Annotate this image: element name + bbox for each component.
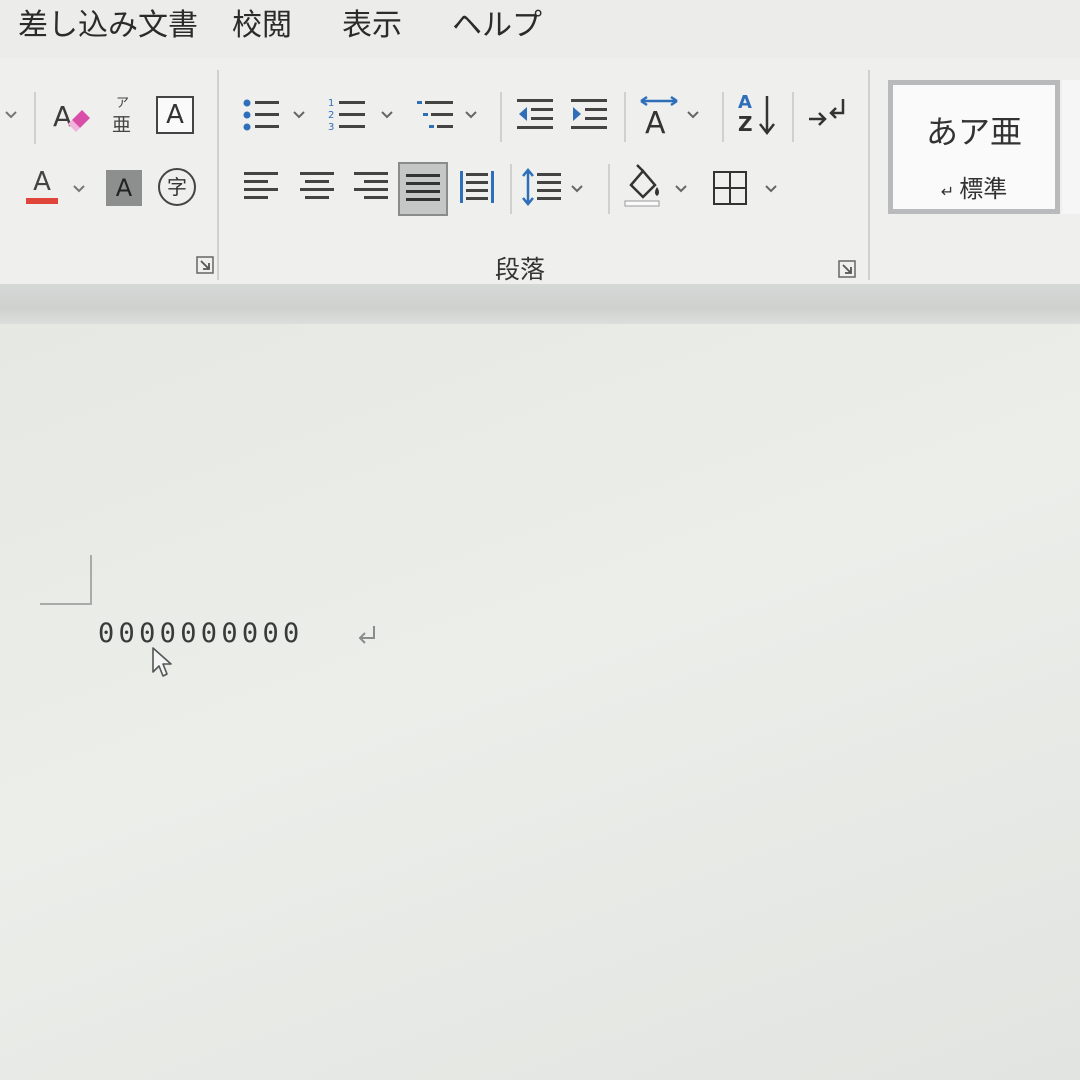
font-dialog-launcher-icon[interactable]: [196, 256, 214, 274]
phonetic-top-char: ア: [116, 96, 130, 111]
multilevel-list-icon: [417, 101, 453, 128]
sort-icon: A Z: [734, 92, 780, 138]
paragraph-dialog-launcher-icon[interactable]: [838, 260, 856, 278]
sort-top-letter: A: [738, 92, 752, 113]
decrease-indent-button[interactable]: [514, 94, 556, 136]
character-spacing-button[interactable]: A: [636, 92, 682, 138]
tab-review[interactable]: 校閲: [232, 4, 292, 48]
font-color-caret-icon[interactable]: [72, 184, 86, 194]
bullets-caret-icon[interactable]: [292, 110, 306, 120]
separator: [510, 164, 512, 214]
character-shading-letter: A: [115, 174, 133, 202]
svg-text:3: 3: [328, 122, 334, 133]
document-text-line[interactable]: 0000000000: [98, 612, 304, 656]
align-left-icon: [244, 172, 278, 199]
clear-formatting-button[interactable]: A: [48, 92, 94, 138]
shading-caret-icon[interactable]: [674, 184, 688, 194]
borders-icon: [713, 171, 747, 205]
show-hide-marks-icon: [809, 99, 845, 126]
line-spacing-icon: [522, 168, 561, 206]
tab-view[interactable]: 表示: [342, 4, 402, 48]
phonetic-guide-icon: ア 亜: [104, 90, 144, 140]
tab-mailings[interactable]: 差し込み文書: [18, 4, 198, 48]
svg-text:2: 2: [328, 110, 334, 121]
character-border-letter: A: [166, 100, 184, 130]
shading-button[interactable]: [620, 162, 666, 210]
font-color-button[interactable]: A: [24, 164, 60, 208]
align-left-button[interactable]: [240, 166, 282, 208]
clear-formatting-icon: A: [53, 100, 90, 133]
separator: [500, 92, 502, 142]
group-separator: [217, 70, 219, 280]
style-name: ↵ 標準: [893, 169, 1055, 204]
mouse-pointer-icon: [152, 647, 172, 677]
menu-bar: 差し込み文書 校閲 表示 ヘルプ: [0, 0, 1080, 58]
style-name-label: 標準: [959, 175, 1008, 203]
numbering-caret-icon[interactable]: [380, 110, 394, 120]
justify-button[interactable]: [398, 162, 448, 216]
character-shading-button[interactable]: A: [106, 170, 142, 206]
svg-text:A: A: [53, 100, 72, 133]
multilevel-list-button[interactable]: [414, 94, 456, 136]
ribbon-bottom-edge: [0, 284, 1080, 324]
phonetic-bottom-char: 亜: [112, 114, 132, 136]
numbering-button[interactable]: 1 2 3: [326, 94, 368, 136]
align-center-button[interactable]: [296, 166, 338, 208]
style-normal-card[interactable]: あア亜 ↵ 標準: [888, 80, 1060, 214]
font-color-swatch: [26, 197, 58, 204]
align-right-icon: [354, 172, 388, 199]
show-hide-marks-button[interactable]: [806, 94, 850, 136]
bullets-button[interactable]: [240, 94, 282, 136]
separator: [722, 92, 724, 142]
distributed-button[interactable]: [456, 166, 498, 208]
sort-bottom-letter: Z: [738, 112, 753, 136]
line-spacing-button[interactable]: [520, 166, 564, 208]
character-spacing-icon: A: [640, 95, 678, 137]
paragraph-group-label: 段落: [494, 255, 545, 284]
enclose-characters-button[interactable]: 字: [158, 168, 196, 206]
document-page[interactable]: [0, 324, 1080, 1080]
phonetic-guide-button[interactable]: ア 亜: [104, 90, 144, 140]
sort-button[interactable]: A Z: [734, 92, 780, 138]
margin-corner-mark: [40, 555, 92, 605]
font-size-dropdown-caret-icon[interactable]: [4, 110, 18, 120]
paragraph-mark-icon: [358, 626, 375, 644]
decrease-indent-icon: [517, 99, 553, 129]
group-separator: [868, 70, 870, 280]
svg-text:1: 1: [328, 98, 334, 109]
svg-text:A: A: [645, 106, 666, 137]
separator: [608, 164, 610, 214]
separator: [792, 92, 794, 142]
bullets-icon: [243, 99, 279, 131]
justify-icon: [406, 174, 440, 201]
separator: [624, 92, 626, 142]
increase-indent-button[interactable]: [568, 94, 610, 136]
character-border-button[interactable]: A: [156, 96, 194, 134]
separator: [34, 92, 36, 144]
increase-indent-icon: [571, 99, 607, 129]
align-right-button[interactable]: [350, 166, 392, 208]
numbering-icon: 1 2 3: [328, 98, 365, 133]
style-next-card[interactable]: [1062, 80, 1080, 214]
paragraph-mark-icon: ↵: [940, 182, 960, 201]
align-center-icon: [300, 172, 334, 199]
font-color-letter: A: [33, 166, 51, 197]
distributed-icon: [460, 171, 494, 203]
character-spacing-caret-icon[interactable]: [686, 110, 700, 120]
borders-caret-icon[interactable]: [764, 184, 778, 194]
multilevel-list-caret-icon[interactable]: [464, 110, 478, 120]
shading-icon: [624, 164, 660, 207]
tab-help[interactable]: ヘルプ: [452, 4, 542, 48]
line-spacing-caret-icon[interactable]: [570, 184, 584, 194]
enclose-characters-char: 字: [167, 175, 187, 199]
style-sample-text: あア亜: [925, 113, 1022, 151]
borders-button[interactable]: [710, 168, 750, 208]
